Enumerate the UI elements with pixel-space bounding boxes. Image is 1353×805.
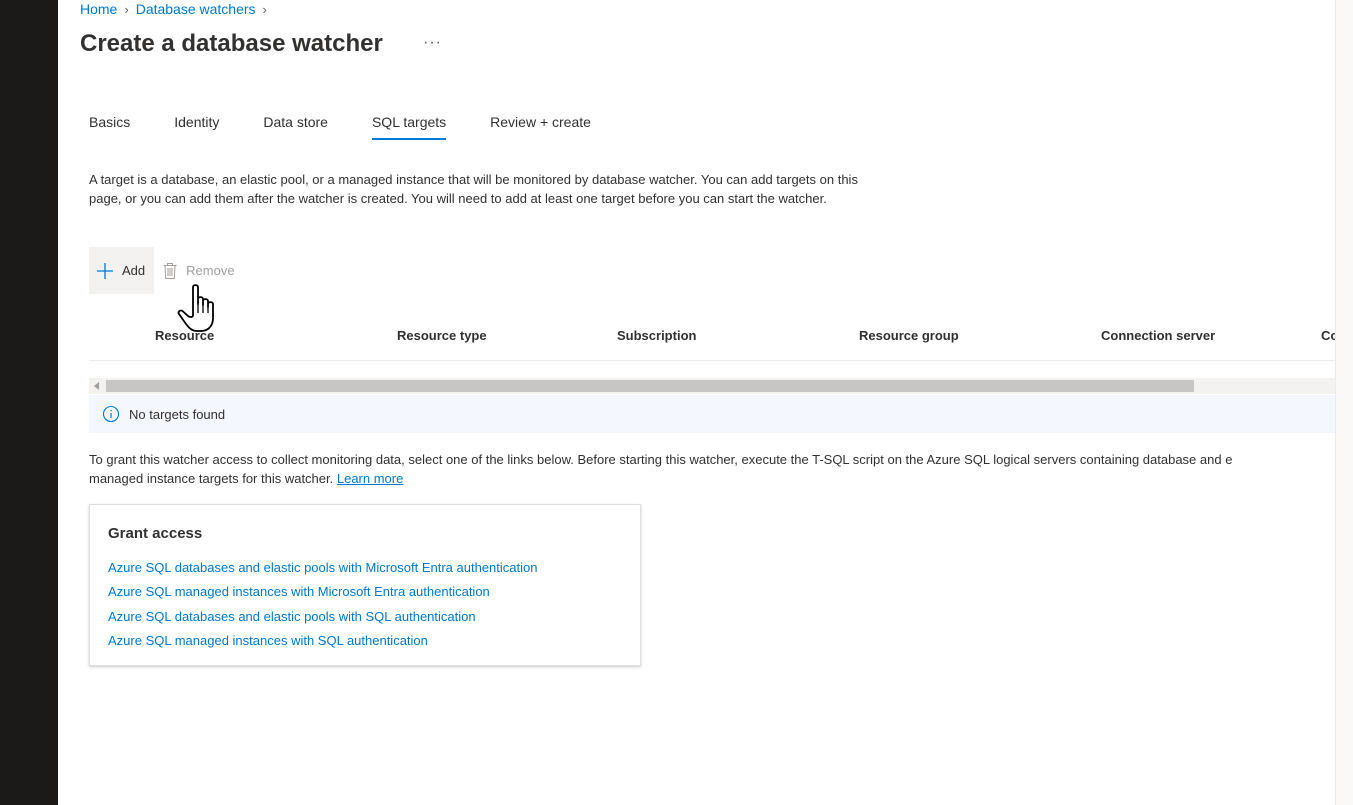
targets-table-header: Resource Resource type Subscription Reso… (89, 318, 1335, 361)
trash-icon (163, 262, 177, 279)
list-item: Azure SQL managed instances with SQL aut… (108, 629, 537, 653)
column-truncated[interactable]: Co (1321, 328, 1335, 343)
add-target-button[interactable]: Add (89, 247, 155, 294)
tab-list: Basics Identity Data store SQL targets R… (89, 112, 635, 140)
scrollbar-thumb[interactable] (106, 380, 1194, 392)
column-resource-type[interactable]: Resource type (397, 328, 487, 343)
grant-link-mi-entra[interactable]: Azure SQL managed instances with Microso… (108, 584, 490, 599)
grant-link-sqldb-entra[interactable]: Azure SQL databases and elastic pools wi… (108, 560, 537, 575)
column-connection-server[interactable]: Connection server (1101, 328, 1215, 343)
breadcrumb: Home › Database watchers › (80, 1, 274, 17)
breadcrumb-home[interactable]: Home (80, 1, 117, 17)
remove-button-label: Remove (186, 263, 235, 278)
grant-text-line2: managed instance targets for this watche… (89, 471, 337, 486)
grant-access-card: Grant access Azure SQL databases and ela… (89, 504, 641, 666)
add-button-label: Add (122, 263, 146, 278)
horizontal-scrollbar[interactable] (89, 378, 1335, 394)
plus-icon (97, 262, 113, 279)
tab-identity[interactable]: Identity (174, 112, 219, 140)
grant-access-description: To grant this watcher access to collect … (89, 450, 1335, 488)
list-item: Azure SQL databases and elastic pools wi… (108, 556, 537, 580)
targets-description: A target is a database, an elastic pool,… (89, 172, 858, 206)
list-item: Azure SQL databases and elastic pools wi… (108, 605, 537, 629)
grant-access-links: Azure SQL databases and elastic pools wi… (108, 556, 537, 654)
hand-pointer-icon (177, 284, 214, 332)
empty-state-message: No targets found (89, 395, 1335, 433)
learn-more-link[interactable]: Learn more (337, 471, 403, 486)
chevron-right-icon: › (262, 1, 267, 17)
main-content: Home › Database watchers › Create a data… (58, 0, 1335, 805)
grant-link-mi-sql[interactable]: Azure SQL managed instances with SQL aut… (108, 633, 428, 648)
info-icon (102, 405, 120, 423)
tab-review-create[interactable]: Review + create (490, 112, 591, 140)
scroll-left-arrow-icon[interactable] (94, 382, 99, 390)
chevron-right-icon: › (124, 1, 129, 17)
column-resource-group[interactable]: Resource group (859, 328, 959, 343)
right-panel-edge (1335, 0, 1353, 805)
list-item: Azure SQL managed instances with Microso… (108, 580, 537, 604)
tab-basics[interactable]: Basics (89, 112, 130, 140)
breadcrumb-database-watchers[interactable]: Database watchers (136, 1, 256, 17)
more-icon[interactable]: ··· (423, 34, 442, 52)
tab-data-store[interactable]: Data store (263, 112, 328, 140)
grant-link-sqldb-sql[interactable]: Azure SQL databases and elastic pools wi… (108, 609, 476, 624)
left-dark-strip (0, 0, 58, 805)
page-title: Create a database watcher (80, 30, 383, 57)
column-subscription[interactable]: Subscription (617, 328, 696, 343)
tab-sql-targets[interactable]: SQL targets (371, 112, 447, 140)
grant-text-line1: To grant this watcher access to collect … (89, 452, 1233, 467)
empty-state-text: No targets found (129, 406, 226, 422)
grant-access-heading: Grant access (108, 525, 203, 542)
